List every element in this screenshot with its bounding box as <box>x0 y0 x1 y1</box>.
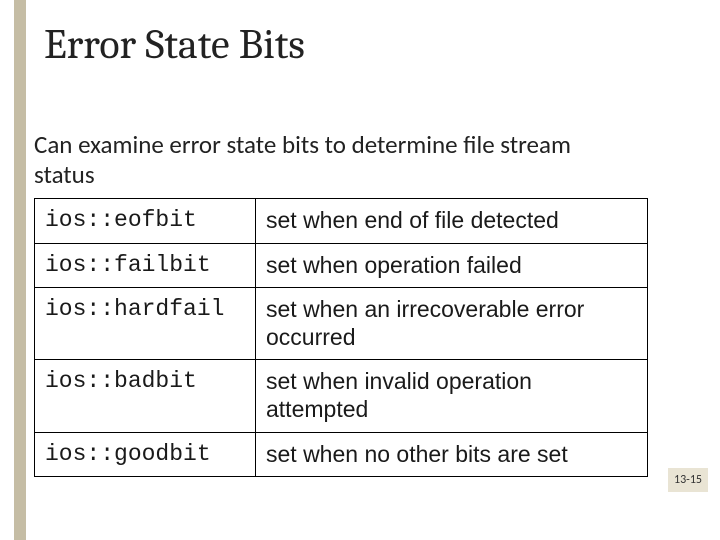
table-row: ios::hardfail set when an irrecoverable … <box>35 288 648 360</box>
bit-name: ios::goodbit <box>35 432 256 477</box>
slide: Error State Bits Can examine error state… <box>0 0 720 540</box>
bit-name: ios::eofbit <box>35 199 256 244</box>
table-row: ios::eofbit set when end of file detecte… <box>35 199 648 244</box>
bit-description: set when an irrecoverable error occurred <box>256 288 648 360</box>
bit-name: ios::hardfail <box>35 288 256 360</box>
table-row: ios::badbit set when invalid operation a… <box>35 360 648 432</box>
table-row: ios::goodbit set when no other bits are … <box>35 432 648 477</box>
left-margin-rule <box>14 0 26 540</box>
table-row: ios::failbit set when operation failed <box>35 243 648 288</box>
bit-description: set when invalid operation attempted <box>256 360 648 432</box>
page-number: 13-15 <box>668 468 708 492</box>
bit-name: ios::failbit <box>35 243 256 288</box>
bit-description: set when operation failed <box>256 243 648 288</box>
slide-subtitle: Can examine error state bits to determin… <box>34 130 634 189</box>
bit-name: ios::badbit <box>35 360 256 432</box>
bit-description: set when end of file detected <box>256 199 648 244</box>
error-bits-table: ios::eofbit set when end of file detecte… <box>34 198 648 477</box>
slide-title: Error State Bits <box>44 20 305 69</box>
bit-description: set when no other bits are set <box>256 432 648 477</box>
